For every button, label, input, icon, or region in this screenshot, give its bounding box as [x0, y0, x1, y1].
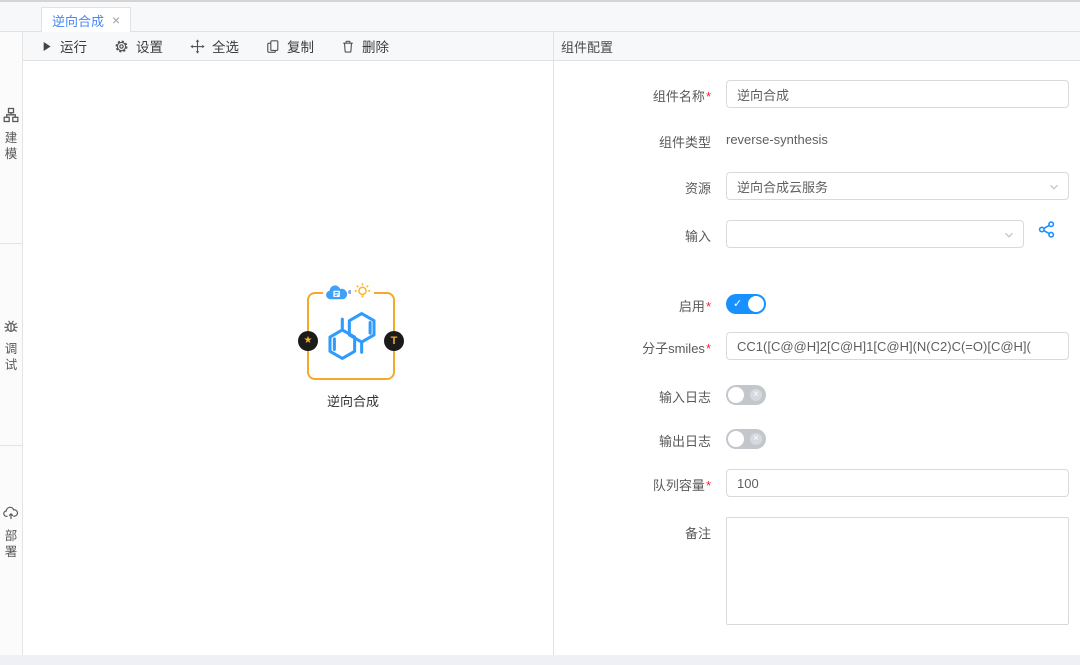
- move-icon: [190, 39, 205, 54]
- tab-label: 逆向合成: [52, 11, 104, 30]
- field-label-resource: 资源: [554, 178, 711, 197]
- copy-button[interactable]: 复制: [266, 36, 314, 56]
- field-label-input: 输入: [554, 226, 711, 245]
- sidebar-item-label: 部署: [4, 528, 18, 561]
- field-label-enable: 启用*: [554, 296, 711, 315]
- settings-label: 设置: [136, 36, 163, 56]
- node-reverse-synthesis[interactable]: ★ T 逆向合成: [307, 292, 395, 380]
- queue-capacity-input[interactable]: [726, 469, 1069, 497]
- switch-knob: [748, 296, 764, 312]
- field-label-remark: 备注: [554, 523, 711, 542]
- tab-bar: [0, 2, 1080, 32]
- field-label-output-log: 输出日志: [554, 431, 711, 450]
- panel-title: 组件配置: [554, 32, 1080, 61]
- field-label-molecule-smiles: 分子smiles*: [554, 338, 711, 357]
- run-button[interactable]: 运行: [40, 36, 87, 56]
- trash-icon: [341, 39, 355, 54]
- required-marker: *: [706, 89, 711, 104]
- canvas-toolbar: 运行 设置 全选 复制: [23, 32, 553, 61]
- sidebar-divider: [0, 445, 22, 446]
- field-label-queue-capacity: 队列容量*: [554, 475, 711, 494]
- sidebar-item-label: 建模: [4, 130, 18, 163]
- field-label-component-name: 组件名称*: [554, 86, 711, 105]
- gear-icon: [114, 39, 129, 54]
- component-name-input[interactable]: [726, 80, 1069, 108]
- component-config-panel: 组件配置 组件名称* 组件类型 reverse-synthesis 资源 逆向合…: [553, 32, 1080, 655]
- input-log-toggle[interactable]: ×: [726, 385, 766, 405]
- left-sidebar: 建模 调试 部署: [0, 32, 23, 655]
- tab-close-icon[interactable]: ×: [112, 13, 120, 27]
- run-label: 运行: [60, 36, 87, 56]
- output-port[interactable]: T: [384, 331, 404, 351]
- enable-toggle[interactable]: ✓: [726, 294, 766, 314]
- input-select[interactable]: [726, 220, 1024, 248]
- switch-check-icon: ✓: [733, 297, 742, 311]
- copy-icon: [266, 39, 280, 54]
- switch-knob: [728, 431, 744, 447]
- t-port-icon: T: [391, 336, 398, 347]
- settings-button[interactable]: 设置: [114, 36, 163, 56]
- bug-icon: [3, 318, 19, 334]
- cloud-upload-icon: [3, 505, 19, 521]
- input-port[interactable]: ★: [298, 331, 318, 351]
- node-label: 逆向合成: [299, 391, 407, 410]
- delete-button[interactable]: 删除: [341, 36, 389, 56]
- play-icon: [40, 40, 53, 53]
- select-all-button[interactable]: 全选: [190, 36, 239, 56]
- share-icon[interactable]: [1038, 221, 1056, 239]
- sidebar-divider: [0, 243, 22, 244]
- bottom-status-strip: [0, 655, 1080, 665]
- resource-select-value: 逆向合成云服务: [737, 177, 828, 196]
- config-form: 组件名称* 组件类型 reverse-synthesis 资源 逆向合成云服务 …: [554, 61, 1080, 655]
- remark-textarea[interactable]: [726, 517, 1069, 625]
- field-label-component-type: 组件类型: [554, 132, 711, 151]
- output-log-toggle[interactable]: ×: [726, 429, 766, 449]
- field-label-input-log: 输入日志: [554, 387, 711, 406]
- tab-reverse-synthesis[interactable]: 逆向合成 ×: [41, 7, 131, 32]
- switch-x-icon: ×: [750, 389, 762, 401]
- workflow-canvas[interactable]: ★ T 逆向合成: [23, 62, 553, 655]
- chevron-down-icon: [1003, 229, 1015, 244]
- required-marker: *: [706, 341, 711, 356]
- switch-knob: [728, 387, 744, 403]
- molecule-smiles-input[interactable]: [726, 332, 1069, 360]
- sidebar-item-deploy[interactable]: 部署: [0, 505, 22, 561]
- molecule-icon: [325, 305, 380, 370]
- delete-label: 删除: [362, 36, 389, 56]
- sidebar-item-modeling[interactable]: 建模: [0, 107, 22, 163]
- copy-label: 复制: [287, 36, 314, 56]
- sidebar-item-label: 调试: [4, 341, 18, 374]
- component-type-value: reverse-synthesis: [726, 132, 828, 147]
- star-icon: ★: [304, 336, 313, 346]
- sitemap-icon: [3, 107, 19, 123]
- bulb-icon: [351, 282, 374, 301]
- resource-select[interactable]: 逆向合成云服务: [726, 172, 1069, 200]
- cloud-icon: [323, 284, 350, 301]
- required-marker: *: [706, 478, 711, 493]
- chevron-down-icon: [1048, 181, 1060, 196]
- select-all-label: 全选: [212, 36, 239, 56]
- sidebar-item-debug[interactable]: 调试: [0, 318, 22, 374]
- required-marker: *: [706, 299, 711, 314]
- switch-x-icon: ×: [750, 433, 762, 445]
